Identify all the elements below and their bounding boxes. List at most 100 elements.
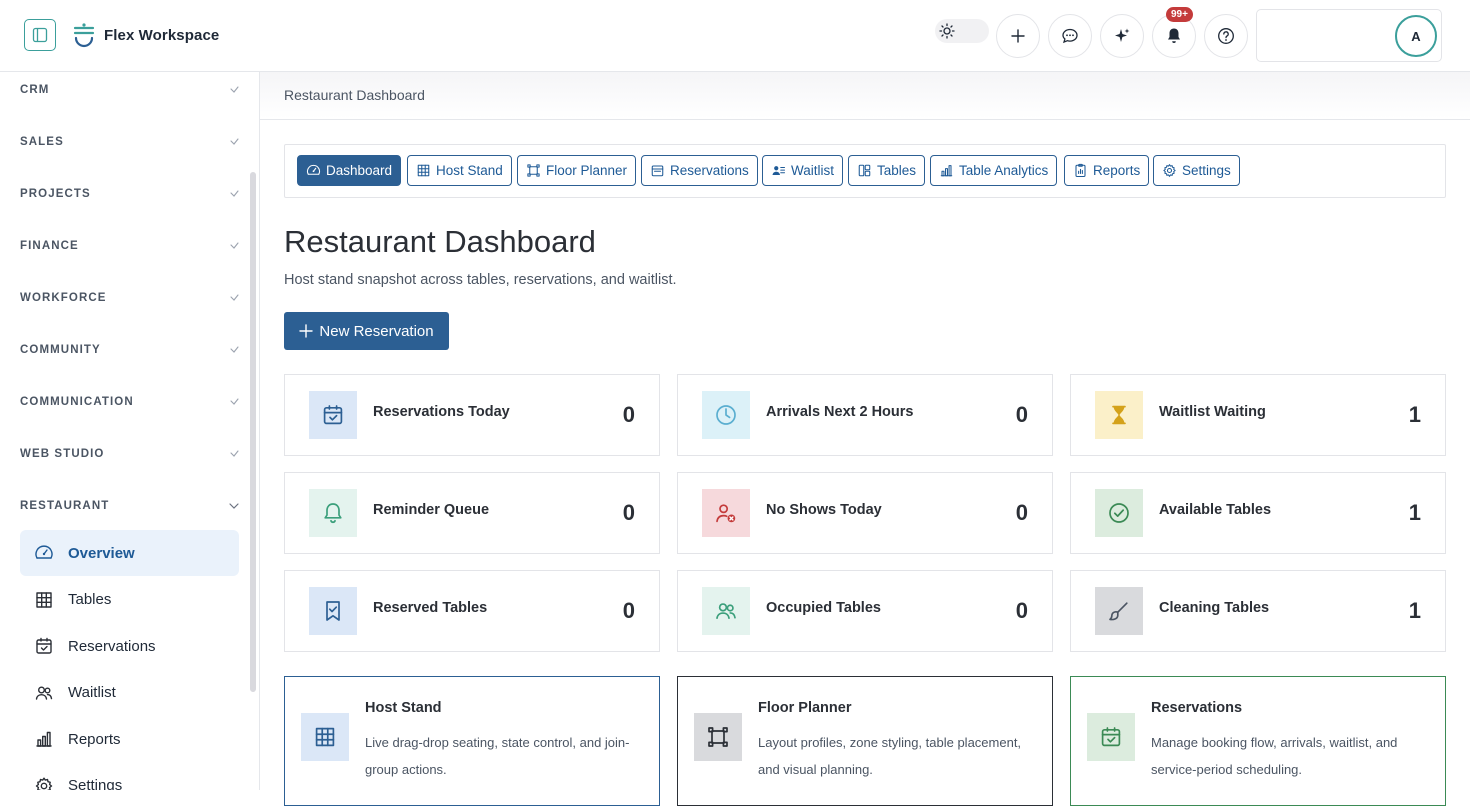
brand[interactable]: Flex Workspace [72,22,219,48]
tab-table-analytics[interactable]: Table Analytics [930,155,1058,186]
stat-card-no-shows-today[interactable]: No Shows Today 0 [677,472,1053,554]
users-icon [34,683,54,703]
tab-host-stand[interactable]: Host Stand [407,155,512,186]
tab-settings[interactable]: Settings [1153,155,1240,186]
sidebar-section-workforce[interactable]: WORKFORCE [20,288,240,308]
sidebar-item-waitlist[interactable]: Waitlist [20,670,239,716]
layout-icon [857,163,872,178]
stat-card-reserved-tables[interactable]: Reserved Tables 0 [284,570,660,652]
sidebar-section-label: WORKFORCE [20,292,107,304]
grid-icon [416,163,431,178]
bookmark-check-icon [309,587,357,635]
tab-label: Waitlist [791,163,834,178]
stat-card-available-tables[interactable]: Available Tables 1 [1070,472,1446,554]
check-circle-icon [1095,489,1143,537]
stat-label: Reservations Today [373,404,510,420]
sidebar-section-community[interactable]: COMMUNITY [20,340,240,360]
module-card-floor-planner[interactable]: Floor Planner Layout profiles, zone styl… [677,676,1053,806]
sidebar-section-finance[interactable]: FINANCE [20,236,240,256]
stat-label: No Shows Today [766,502,882,518]
tab-reports[interactable]: Reports [1064,155,1150,186]
module-card-host-stand[interactable]: Host Stand Live drag-drop seating, state… [284,676,660,806]
sidebar-item-label: Settings [68,777,123,790]
sidebar-item-reservations[interactable]: Reservations [20,623,239,669]
new-reservation-button[interactable]: New Reservation [284,312,449,350]
stat-card-occupied-tables[interactable]: Occupied Tables 0 [677,570,1053,652]
users-icon [702,587,750,635]
stat-card-reservations-today[interactable]: Reservations Today 0 [284,374,660,456]
tab-label: Settings [1182,163,1231,178]
user-menu[interactable]: A [1256,9,1442,62]
sidebar-item-label: Reports [68,730,121,748]
sidebar-section-label: RESTAURANT [20,500,110,512]
avatar[interactable]: A [1395,15,1437,57]
hourglass-icon [1095,391,1143,439]
tab-reservations[interactable]: Reservations [641,155,758,186]
stat-value: 0 [622,402,635,427]
stat-card-reminder-queue[interactable]: Reminder Queue 0 [284,472,660,554]
help-icon [1218,28,1234,44]
tab-label: Reservations [670,163,749,178]
stat-card-arrivals-next-2-hours[interactable]: Arrivals Next 2 Hours 0 [677,374,1053,456]
frame-icon [526,163,541,178]
tab-label: Host Stand [436,163,503,178]
sidebar-item-overview[interactable]: Overview [20,530,239,576]
tab-label: Dashboard [326,163,393,178]
stat-label: Available Tables [1159,502,1272,518]
tab-label: Reports [1093,163,1141,178]
sidebar-section-projects[interactable]: PROJECTS [20,184,240,204]
sidebar-toggle-button[interactable] [24,19,56,51]
sidebar-item-settings[interactable]: Settings [20,763,239,790]
add-button[interactable] [996,14,1040,58]
stat-value: 0 [1015,598,1028,623]
help-button[interactable] [1204,14,1248,58]
module-description: Layout profiles, zone styling, table pla… [758,735,1022,777]
stat-value: 1 [1408,598,1421,623]
gauge-icon [34,543,54,563]
sidebar-item-label: Waitlist [68,684,116,701]
sidebar-item-label: Tables [68,591,112,608]
tab-tables[interactable]: Tables [848,155,926,186]
new-reservation-label: New Reservation [319,322,434,340]
sidebar-section-communication[interactable]: COMMUNICATION [20,392,240,412]
tab-floor-planner[interactable]: Floor Planner [517,155,637,186]
tab-label: Floor Planner [546,163,628,178]
sidebar-section-label: PROJECTS [20,188,91,200]
calendar-icon [650,163,665,178]
sidebar-item-label: Reservations [68,637,156,655]
sidebar-item-tables[interactable]: Tables [20,577,239,623]
tab-label: Table Analytics [959,163,1049,178]
sidebar-item-reports[interactable]: Reports [20,716,239,762]
module-tabs: Dashboard Host Stand Floor Planner Reser… [284,144,1446,198]
theme-toggle[interactable] [935,19,989,43]
user-x-icon [702,489,750,537]
tab-dashboard[interactable]: Dashboard [297,155,402,186]
sidebar-section-label: WEB STUDIO [20,448,105,460]
chevron-down-icon [229,503,239,509]
app-name: Flex Workspace [104,26,220,44]
sidebar-section-web-studio[interactable]: WEB STUDIO [20,444,240,464]
ai-assistant-button[interactable] [1100,14,1144,58]
brush-icon [1095,587,1143,635]
frame-icon [694,713,742,761]
chat-icon [1062,28,1078,44]
chevron-down-icon [230,86,239,93]
user-list-icon [771,163,786,178]
module-title: Reservations [1151,700,1243,716]
module-card-reservations[interactable]: Reservations Manage booking flow, arriva… [1070,676,1446,806]
sidebar-scrollbar[interactable] [250,172,256,692]
tab-waitlist[interactable]: Waitlist [762,155,843,186]
sidebar-section-restaurant[interactable]: RESTAURANT [20,496,240,516]
stat-card-cleaning-tables[interactable]: Cleaning Tables 1 [1070,570,1446,652]
sidebar-section-crm[interactable]: CRM [20,80,240,100]
stat-card-waitlist-waiting[interactable]: Waitlist Waiting 1 [1070,374,1446,456]
stat-label: Arrivals Next 2 Hours [766,404,914,420]
sidebar-section-label: COMMUNITY [20,344,101,356]
plus-icon [299,324,314,338]
sidebar-section-sales[interactable]: SALES [20,132,240,152]
messages-button[interactable] [1048,14,1092,58]
stat-label: Cleaning Tables [1159,600,1270,616]
bar-chart-icon [34,729,54,749]
chevron-down-icon [230,450,239,457]
chevron-down-icon [230,294,239,301]
